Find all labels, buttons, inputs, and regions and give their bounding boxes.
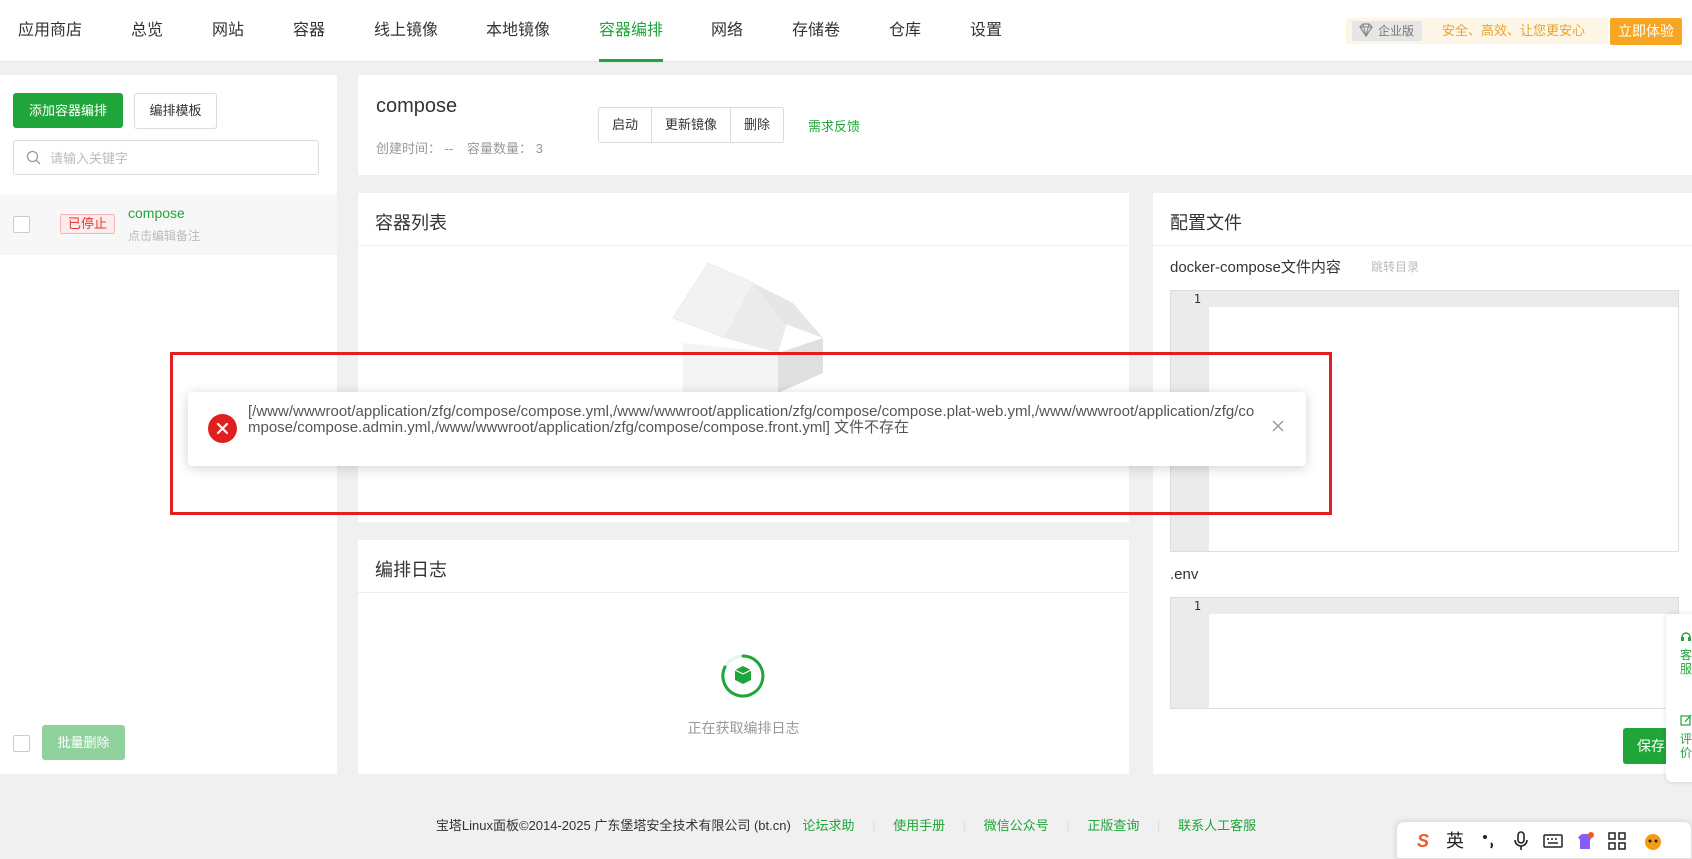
- tab-network[interactable]: 网络: [711, 0, 743, 62]
- status-badge: 已停止: [60, 214, 116, 234]
- apps-grid-icon[interactable]: [1605, 829, 1629, 853]
- search-icon: [26, 150, 41, 165]
- active-line: [1209, 598, 1678, 614]
- footer-link-manual[interactable]: 使用手册: [893, 818, 945, 833]
- feedback-link[interactable]: 需求反馈: [808, 116, 860, 135]
- compose-template-button[interactable]: 编排模板: [134, 93, 217, 129]
- tab-overview[interactable]: 总览: [131, 0, 163, 62]
- top-nav: 应用商店 总览 网站 容器 线上镜像 本地镜像 容器编排 网络 存储卷 仓库 设…: [0, 0, 1692, 62]
- line-number: 1: [1193, 599, 1201, 613]
- editor-gutter: [1171, 598, 1209, 708]
- item-checkbox[interactable]: [13, 216, 30, 233]
- active-line: [1209, 291, 1678, 307]
- enterprise-badge: 企业版: [1352, 21, 1423, 41]
- container-list-title: 容器列表: [375, 213, 447, 233]
- tab-registry[interactable]: 仓库: [889, 0, 921, 62]
- footer-link-wechat[interactable]: 微信公众号: [984, 818, 1049, 833]
- compose-meta: 创建时间： -- 容量数量： 3: [376, 138, 543, 157]
- diamond-icon: [1359, 23, 1373, 38]
- select-all-checkbox[interactable]: [13, 735, 30, 752]
- compose-note[interactable]: 点击编辑备注: [128, 227, 200, 244]
- float-service-button[interactable]: 客服: [1680, 648, 1692, 676]
- loading-spinner-icon: [721, 654, 765, 698]
- list-item[interactable]: 已停止 compose 点击编辑备注: [0, 195, 337, 255]
- keyboard-icon[interactable]: [1541, 829, 1565, 853]
- compose-name[interactable]: compose: [128, 205, 185, 221]
- footer-separator: |: [1157, 818, 1161, 833]
- line-number: 1: [1193, 292, 1201, 306]
- footer-separator: |: [1066, 818, 1070, 833]
- tab-websites[interactable]: 网站: [212, 0, 244, 62]
- batch-delete-button[interactable]: 批量删除: [42, 725, 125, 760]
- count-label: 容量数量：: [466, 141, 532, 156]
- created-label: 创建时间：: [376, 141, 442, 156]
- config-title: 配置文件: [1170, 213, 1242, 233]
- tab-volumes[interactable]: 存储卷: [792, 0, 840, 62]
- env-file-label: .env: [1170, 566, 1199, 583]
- microphone-icon[interactable]: [1509, 829, 1533, 853]
- env-editor[interactable]: 1: [1170, 597, 1679, 709]
- footer-link-license[interactable]: 正版查询: [1087, 818, 1139, 833]
- jump-directory-link[interactable]: 跳转目录: [1371, 258, 1419, 275]
- start-button[interactable]: 启动: [599, 108, 653, 142]
- compose-log-title: 编排日志: [375, 560, 447, 580]
- footer-link-support[interactable]: 联系人工客服: [1178, 818, 1256, 833]
- footer-separator: |: [872, 818, 876, 833]
- loading-text: 正在获取编排日志: [687, 720, 800, 736]
- enterprise-slogan: 安全、高效、让您更安心: [1442, 23, 1586, 38]
- footer-link-forum[interactable]: 论坛求助: [802, 818, 854, 833]
- enterprise-badge-label: 企业版: [1378, 24, 1415, 38]
- delete-button[interactable]: 删除: [731, 108, 783, 142]
- update-image-button[interactable]: 更新镜像: [652, 108, 732, 142]
- created-value: --: [444, 141, 454, 156]
- float-review-button[interactable]: 评价: [1680, 732, 1692, 760]
- page-title: compose: [376, 95, 458, 117]
- compose-file-label: docker-compose文件内容: [1170, 259, 1341, 276]
- punctuation-icon[interactable]: [1477, 829, 1501, 853]
- enterprise-banner[interactable]: 企业版 安全、高效、让您更安心: [1346, 18, 1608, 44]
- error-icon: [208, 414, 237, 443]
- close-icon[interactable]: [1270, 418, 1286, 434]
- ime-toolbar: S 英: [1396, 821, 1692, 859]
- search-box: [13, 140, 319, 175]
- compose-header: compose 创建时间： -- 容量数量： 3 启动 更新镜像 删除 需求反馈: [358, 75, 1692, 175]
- error-message: [/www/wwwroot/application/zfg/compose/co…: [248, 403, 1255, 436]
- tab-online-images[interactable]: 线上镜像: [374, 0, 438, 62]
- tab-app-store[interactable]: 应用商店: [18, 0, 82, 62]
- edit-icon: [1680, 714, 1692, 726]
- search-input[interactable]: [50, 147, 310, 169]
- count-value: 3: [535, 141, 543, 156]
- divider: [358, 592, 1129, 593]
- tab-compose[interactable]: 容器编排: [599, 0, 664, 62]
- compose-log-card: 编排日志 正在获取编排日志: [358, 540, 1129, 774]
- action-button-group: 启动 更新镜像 删除: [598, 107, 785, 143]
- footer-separator: |: [962, 818, 967, 833]
- error-toast: [/www/wwwroot/application/zfg/compose/co…: [188, 392, 1306, 466]
- tab-containers[interactable]: 容器: [293, 0, 325, 62]
- float-sidebar: 客服 评价: [1666, 614, 1692, 782]
- divider: [1153, 245, 1692, 246]
- ime-lang-toggle[interactable]: 英: [1443, 829, 1467, 853]
- mascot-icon[interactable]: [1641, 829, 1665, 853]
- tab-local-images[interactable]: 本地镜像: [486, 0, 550, 62]
- add-compose-button[interactable]: 添加容器编排: [13, 93, 123, 128]
- tab-settings[interactable]: 设置: [970, 0, 1002, 62]
- headset-icon: [1681, 632, 1691, 641]
- footer-copyright: 宝塔Linux面板©2014-2025 广东堡塔安全技术有限公司 (bt.cn): [435, 818, 791, 833]
- sogou-logo-icon[interactable]: S: [1411, 829, 1435, 853]
- try-now-button[interactable]: 立即体验: [1610, 18, 1682, 45]
- skin-icon[interactable]: [1573, 829, 1597, 853]
